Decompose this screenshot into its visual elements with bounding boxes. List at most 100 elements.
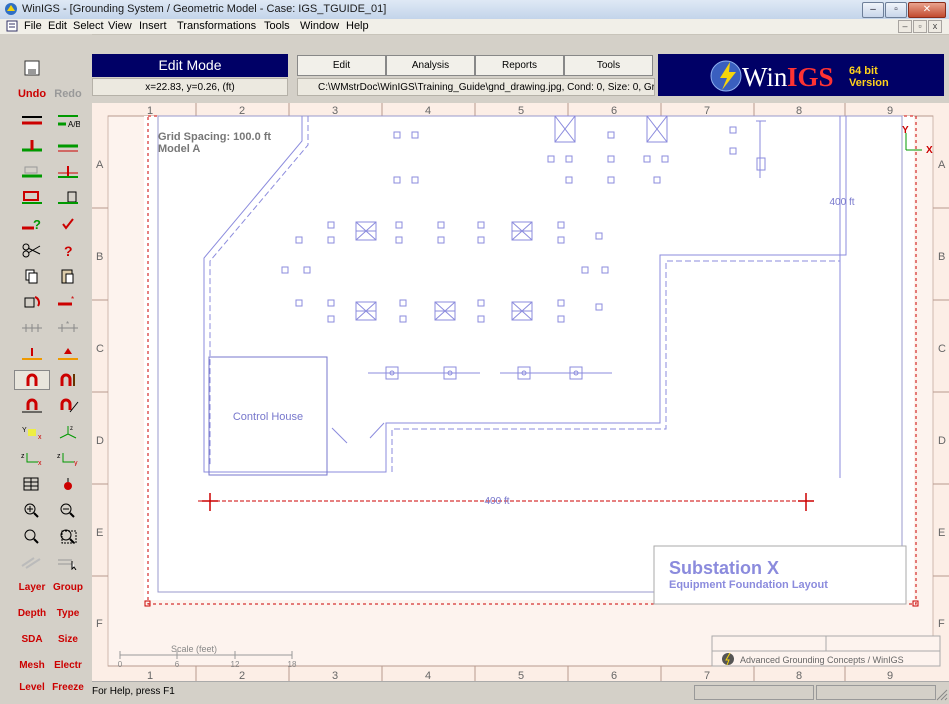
conductor-ab-tool[interactable]: A/B (50, 110, 86, 130)
menu-file[interactable]: File (24, 20, 42, 33)
foundation-tool[interactable] (14, 188, 50, 208)
rotate-tool[interactable] (14, 292, 50, 312)
surface-icon (22, 166, 42, 178)
help-tool[interactable]: ? (50, 240, 86, 260)
column-label-bottom: 9 (887, 670, 893, 681)
view-zx-tool[interactable]: zx (14, 448, 50, 468)
magnet-line-tool[interactable] (14, 396, 50, 416)
copy-tool[interactable] (14, 266, 50, 286)
mdi-restore-button[interactable]: ▫ (913, 20, 927, 33)
hatch-tool[interactable] (14, 552, 50, 572)
menu-view[interactable]: View (108, 20, 132, 33)
select-lines-tool[interactable] (50, 552, 86, 572)
size-button[interactable]: Size (50, 630, 86, 650)
scale-tick: 18 (288, 660, 297, 669)
blank-button[interactable] (50, 58, 86, 78)
menu-transformations[interactable]: Transformations (177, 20, 256, 33)
menu-edit[interactable]: Edit (48, 20, 67, 33)
cut-tool[interactable] (14, 240, 50, 260)
view-yx-tool[interactable]: Yx (14, 422, 50, 442)
rod-tool[interactable] (14, 136, 50, 156)
ground-line-tool[interactable] (50, 136, 86, 156)
status-panel-2 (816, 685, 936, 700)
document-icon[interactable] (6, 20, 18, 32)
menu-tools[interactable]: Tools (264, 20, 290, 33)
app-icon[interactable] (4, 2, 18, 16)
zoom-extents-icon (60, 529, 77, 544)
layer-button[interactable]: Layer (14, 578, 50, 598)
menu-help[interactable]: Help (346, 20, 369, 33)
magnet-icon (60, 373, 75, 386)
close-button[interactable]: ✕ (908, 2, 946, 18)
column-label: 9 (887, 105, 893, 117)
row-label-right: F (938, 618, 945, 630)
tab-reports[interactable]: Reports (475, 55, 564, 76)
zoom-out-tool[interactable] (50, 500, 86, 520)
menu-window[interactable]: Window (300, 20, 339, 33)
level-button[interactable]: Level (14, 678, 50, 698)
menu-select[interactable]: Select (73, 20, 104, 33)
mdi-minimize-button[interactable]: – (898, 20, 912, 33)
sda-button[interactable]: SDA (14, 630, 50, 650)
logo-version-line2: Version (849, 77, 889, 89)
crossing-tool[interactable] (50, 162, 86, 182)
layer-label: Layer (18, 582, 46, 593)
maximize-button[interactable]: ▫ (885, 2, 907, 18)
origin-tool[interactable] (50, 474, 86, 494)
drawing-svg[interactable]: 1 2 3 4 5 6 7 8 9 1 2 3 4 5 6 7 8 9 A B (92, 103, 949, 681)
logo-version-line1: 64 bit (849, 65, 878, 77)
save-button[interactable] (14, 58, 50, 78)
join-tool[interactable] (14, 318, 50, 338)
undo-button[interactable]: Undo (14, 84, 50, 104)
conductor-icon (22, 116, 42, 125)
view-3d-tool[interactable]: z (50, 422, 86, 442)
row-label: F (96, 618, 103, 630)
tab-analysis[interactable]: Analysis (386, 55, 475, 76)
control-house-label: Control House (233, 411, 303, 423)
magnet-tool[interactable] (50, 370, 86, 390)
zoom-in-tool[interactable] (14, 500, 50, 520)
building-icon (58, 191, 78, 204)
zoom-extents-tool[interactable] (50, 526, 86, 546)
freeze-button[interactable]: Freeze (50, 678, 86, 698)
conductor-tool[interactable] (14, 110, 50, 130)
scale-title: Scale (feet) (171, 644, 217, 654)
column-label: 1 (147, 105, 153, 117)
column-label: 7 (704, 105, 710, 117)
explode-tool[interactable]: * (50, 292, 86, 312)
building-tool[interactable] (50, 188, 86, 208)
magnet-angle-tool[interactable] (50, 396, 86, 416)
tab-edit[interactable]: Edit (297, 55, 386, 76)
magnet-snap-tool[interactable] (14, 370, 50, 390)
pin-tool[interactable] (14, 344, 50, 364)
grid-tool[interactable] (14, 474, 50, 494)
depth-button[interactable]: Depth (14, 604, 50, 624)
drawing-paper[interactable] (144, 116, 914, 600)
view-zy-tool[interactable]: zy (50, 448, 86, 468)
column-label: 2 (239, 105, 245, 117)
row-label: E (96, 527, 103, 539)
zoom-window-tool[interactable] (14, 526, 50, 546)
mdi-close-button[interactable]: x (928, 20, 942, 33)
resize-grip-icon[interactable] (936, 689, 948, 701)
axis-yx-icon: Yx (22, 427, 42, 440)
redo-button[interactable]: Redo (50, 84, 86, 104)
menu-insert[interactable]: Insert (139, 20, 167, 33)
tab-tools[interactable]: Tools (564, 55, 653, 76)
check-tool[interactable] (50, 214, 86, 234)
type-button[interactable]: Type (50, 604, 86, 624)
column-label: 6 (611, 105, 617, 117)
mesh-button[interactable]: Mesh (14, 656, 50, 676)
zoom-window-icon (24, 529, 39, 544)
column-label-bottom: 3 (332, 670, 338, 681)
drawing-canvas[interactable]: 1 2 3 4 5 6 7 8 9 1 2 3 4 5 6 7 8 9 A B (92, 103, 949, 681)
query-conductor-tool[interactable]: ? (14, 214, 50, 234)
split-icon: * (58, 320, 78, 332)
group-button[interactable]: Group (50, 578, 86, 598)
split-tool[interactable]: * (50, 318, 86, 338)
pin-up-tool[interactable] (50, 344, 86, 364)
surface-tool[interactable] (14, 162, 50, 182)
electr-button[interactable]: Electr (50, 656, 86, 676)
paste-tool[interactable] (50, 266, 86, 286)
minimize-button[interactable]: – (862, 2, 884, 18)
